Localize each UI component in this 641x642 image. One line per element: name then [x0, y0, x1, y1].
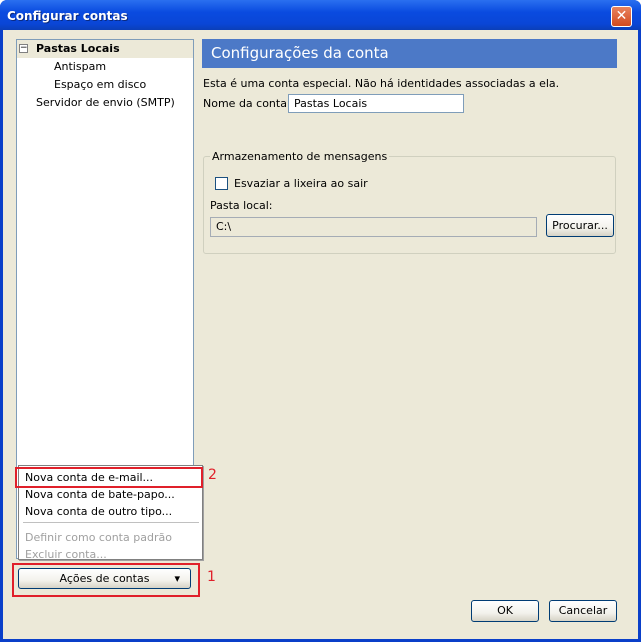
collapse-icon[interactable]: −: [19, 44, 28, 53]
message-storage-group: Armazenamento de mensagens Esvaziar a li…: [203, 150, 616, 254]
close-icon: ✕: [615, 8, 628, 24]
account-description: Esta é uma conta especial. Não há identi…: [203, 77, 560, 90]
ok-button[interactable]: OK: [471, 600, 539, 622]
account-name-input[interactable]: Pastas Locais: [288, 94, 464, 113]
highlight-box-1: [12, 563, 200, 597]
cancel-button[interactable]: Cancelar: [549, 600, 617, 622]
window-title: Configurar contas: [7, 9, 128, 23]
menu-item-new-chat-account[interactable]: Nova conta de bate-papo...: [25, 487, 175, 503]
empty-trash-label[interactable]: Esvaziar a lixeira ao sair: [234, 177, 368, 190]
menu-separator: [23, 522, 199, 523]
title-bar[interactable]: Configurar contas ✕: [0, 0, 641, 30]
tree-item-antispam[interactable]: Antispam: [54, 59, 106, 75]
tree-item-local-folders[interactable]: Pastas Locais: [36, 41, 120, 57]
tree-item-smtp[interactable]: Servidor de envio (SMTP): [36, 95, 175, 111]
account-name-label: Nome da conta:: [203, 97, 291, 110]
account-settings-window: Configurar contas ✕ − Pastas Locais Anti…: [0, 0, 641, 642]
tree-item-disk-space[interactable]: Espaço em disco: [54, 77, 146, 93]
menu-item-delete-account: Excluir conta...: [25, 548, 107, 559]
message-storage-legend: Armazenamento de mensagens: [210, 150, 390, 163]
local-folder-label: Pasta local:: [210, 199, 273, 212]
close-button[interactable]: ✕: [611, 6, 632, 27]
panel-title: Configurações da conta: [202, 39, 617, 68]
dialog-body: − Pastas Locais Antispam Espaço em disco…: [3, 30, 638, 639]
menu-item-set-default: Definir como conta padrão: [25, 531, 172, 544]
local-folder-path: C:\: [210, 217, 537, 237]
menu-item-new-other-account[interactable]: Nova conta de outro tipo...: [25, 504, 172, 520]
empty-trash-checkbox[interactable]: [215, 177, 228, 190]
account-settings-panel: Configurações da conta Esta é uma conta …: [202, 39, 621, 639]
highlight-box-2: [15, 467, 203, 488]
browse-button[interactable]: Procurar...: [546, 214, 614, 237]
